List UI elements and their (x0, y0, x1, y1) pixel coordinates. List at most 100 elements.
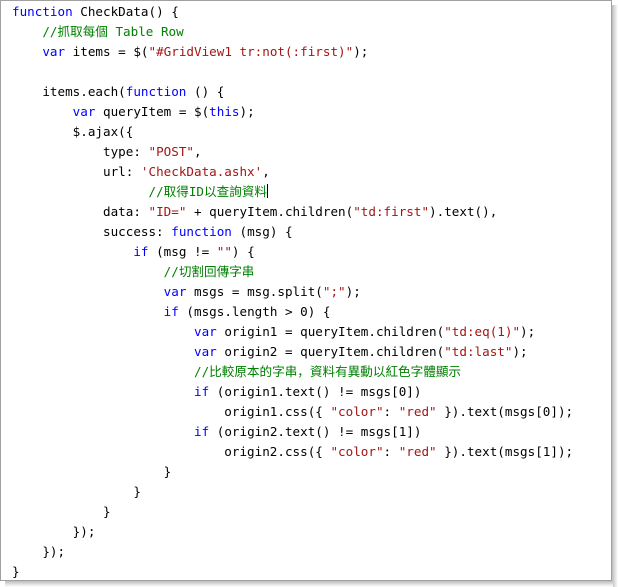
keyword-token: var (72, 104, 96, 119)
string-token: "red" (398, 444, 437, 459)
code-line: if (origin2.text() != msgs[1]) (12, 422, 573, 442)
plain-token: (msg) { (231, 224, 293, 239)
plain-token: msgs = msg.split( (186, 284, 323, 299)
plain-token: items = $( (65, 44, 149, 59)
code-line: var items = $("#GridView1 tr:not(:first)… (12, 42, 573, 62)
code-line: } (12, 482, 573, 502)
plain-token: ) { (231, 244, 255, 259)
plain-token: } (12, 564, 20, 579)
plain-token: ); (512, 344, 528, 359)
keyword-token: function (171, 224, 232, 239)
plain-token: (msgs.length > 0) { (178, 304, 331, 319)
plain-token: } (12, 464, 172, 479)
plain-token: : (383, 404, 399, 419)
code-line: } (12, 502, 573, 522)
plain-token: ); (239, 104, 255, 119)
plain-token: } (12, 484, 141, 499)
keyword-token: function (12, 4, 73, 19)
plain-token: }).text(msgs[1]); (436, 444, 574, 459)
comment-token: //抓取每個 Table Row (42, 24, 184, 39)
plain-token: data: (12, 204, 149, 219)
code-line: } (12, 562, 573, 580)
keyword-token: var (42, 44, 66, 59)
plain-token: url: (12, 164, 141, 179)
text-cursor (266, 184, 268, 198)
plain-token: + queryItem.children( (186, 204, 354, 219)
keyword-token: var (193, 344, 217, 359)
plain-token: }).text(msgs[0]); (436, 404, 574, 419)
keyword-token: var (193, 324, 217, 339)
plain-token: ).text(), (429, 204, 498, 219)
code-screenshot-frame: function CheckData() { //抓取每個 Table Row … (0, 0, 612, 581)
code-editor-text[interactable]: function CheckData() { //抓取每個 Table Row … (12, 2, 573, 580)
string-token: "td:eq(1)" (444, 324, 521, 339)
code-line: var origin1 = queryItem.children("td:eq(… (12, 322, 573, 342)
keyword-token: function (125, 84, 187, 99)
string-token: "" (216, 244, 232, 259)
plain-token: } (12, 504, 111, 519)
keyword-token: this (209, 104, 240, 119)
keyword-token: if (163, 304, 179, 319)
plain-token: }); (12, 544, 66, 559)
plain-token: : (383, 444, 399, 459)
frame-shadow-right (612, 5, 618, 587)
plain-token: (msg != (148, 244, 217, 259)
plain-token: success: (12, 224, 172, 239)
plain-token: () { (186, 84, 225, 99)
code-line: origin1.css({ "color": "red" }).text(msg… (12, 402, 573, 422)
plain-token: queryItem = $( (95, 104, 210, 119)
code-line: if (msgs.length > 0) { (12, 302, 573, 322)
code-line: var origin2 = queryItem.children("td:las… (12, 342, 573, 362)
plain-token: CheckData() { (72, 4, 179, 19)
code-line: function CheckData() { (12, 2, 573, 22)
string-token: "td:first" (353, 204, 430, 219)
code-line: data: "ID=" + queryItem.children("td:fir… (12, 202, 573, 222)
plain-token: ); (345, 284, 361, 299)
plain-token: }); (12, 524, 96, 539)
code-line: //切割回傳字串 (12, 262, 573, 282)
code-line: $.ajax({ (12, 122, 573, 142)
keyword-token: if (193, 384, 210, 399)
string-token: "td:last" (444, 344, 513, 359)
keyword-token: if (193, 424, 210, 439)
string-token: "#GridView1 tr:not(:first)" (148, 44, 354, 59)
plain-token: , (193, 144, 202, 159)
keyword-token: if (133, 244, 149, 259)
comment-token: //取得ID以查詢資料 (148, 184, 267, 199)
code-line: url: 'CheckData.ashx', (12, 162, 573, 182)
code-line: //比較原本的字串，資料有異動以紅色字體顯示 (12, 362, 573, 382)
string-token: "POST" (148, 144, 194, 159)
plain-token: origin1 = queryItem.children( (216, 324, 445, 339)
plain-token: (origin1.text() != msgs[0]) (209, 384, 422, 399)
code-line: if (origin1.text() != msgs[0]) (12, 382, 573, 402)
code-line: origin2.css({ "color": "red" }).text(msg… (12, 442, 573, 462)
code-line: type: "POST", (12, 142, 573, 162)
frame-shadow-bottom (5, 581, 613, 587)
plain-token: type: (12, 144, 149, 159)
code-line: //取得ID以查詢資料 (12, 182, 573, 202)
code-line: //抓取每個 Table Row (12, 22, 573, 42)
plain-token: ); (520, 324, 536, 339)
plain-token: origin1.css({ (12, 404, 331, 419)
string-token: 'CheckData.ashx' (140, 164, 263, 179)
code-line: } (12, 462, 573, 482)
string-token: ";" (322, 284, 346, 299)
plain-token: ); (353, 44, 369, 59)
code-line: }); (12, 522, 573, 542)
string-token: "color" (330, 444, 384, 459)
plain-token: , (262, 164, 270, 179)
string-token: "color" (330, 404, 384, 419)
